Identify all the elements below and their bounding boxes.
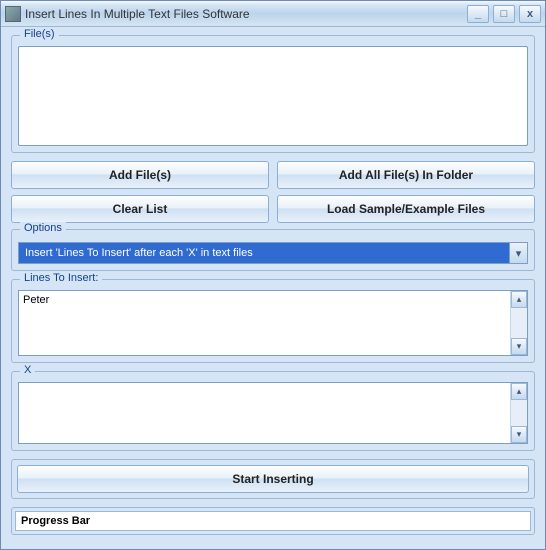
scroll-up-icon[interactable]: ▴: [511, 383, 527, 400]
add-files-button[interactable]: Add File(s): [11, 161, 269, 189]
options-label: Options: [20, 222, 66, 234]
files-label: File(s): [20, 28, 59, 40]
scrollbar[interactable]: ▴ ▾: [510, 383, 527, 443]
chevron-down-icon: ▾: [509, 243, 527, 263]
lines-to-insert-input[interactable]: [19, 291, 510, 355]
lines-to-insert-wrap: ▴ ▾: [18, 290, 528, 356]
window-title: Insert Lines In Multiple Text Files Soft…: [25, 7, 467, 21]
scroll-track[interactable]: [511, 400, 527, 426]
files-listbox[interactable]: [18, 46, 528, 146]
x-wrap: ▴ ▾: [18, 382, 528, 444]
x-group: X ▴ ▾: [11, 371, 535, 451]
start-inserting-button[interactable]: Start Inserting: [17, 465, 529, 493]
x-input[interactable]: [19, 383, 510, 443]
titlebar: Insert Lines In Multiple Text Files Soft…: [1, 1, 545, 27]
scroll-down-icon[interactable]: ▾: [511, 426, 527, 443]
options-dropdown[interactable]: Insert 'Lines To Insert' after each 'X' …: [18, 242, 528, 264]
button-row-1: Add File(s) Add All File(s) In Folder: [11, 161, 535, 189]
scroll-up-icon[interactable]: ▴: [511, 291, 527, 308]
lines-to-insert-group: Lines To Insert: ▴ ▾: [11, 279, 535, 363]
start-group: Start Inserting: [11, 459, 535, 499]
scrollbar[interactable]: ▴ ▾: [510, 291, 527, 355]
app-window: Insert Lines In Multiple Text Files Soft…: [0, 0, 546, 550]
progress-bar-label: Progress Bar: [15, 511, 531, 531]
files-group: File(s): [11, 35, 535, 153]
load-sample-button[interactable]: Load Sample/Example Files: [277, 195, 535, 223]
progress-frame: Progress Bar: [11, 507, 535, 535]
maximize-button[interactable]: □: [493, 5, 515, 23]
close-button[interactable]: x: [519, 5, 541, 23]
add-all-folder-button[interactable]: Add All File(s) In Folder: [277, 161, 535, 189]
options-group: Options Insert 'Lines To Insert' after e…: [11, 229, 535, 271]
minimize-button[interactable]: _: [467, 5, 489, 23]
button-row-2: Clear List Load Sample/Example Files: [11, 195, 535, 223]
app-icon: [5, 6, 21, 22]
options-selected: Insert 'Lines To Insert' after each 'X' …: [19, 247, 509, 259]
window-controls: _ □ x: [467, 5, 541, 23]
lines-to-insert-label: Lines To Insert:: [20, 272, 102, 284]
x-label: X: [20, 364, 35, 376]
scroll-track[interactable]: [511, 308, 527, 338]
scroll-down-icon[interactable]: ▾: [511, 338, 527, 355]
clear-list-button[interactable]: Clear List: [11, 195, 269, 223]
content-area: File(s) Add File(s) Add All File(s) In F…: [1, 27, 545, 543]
